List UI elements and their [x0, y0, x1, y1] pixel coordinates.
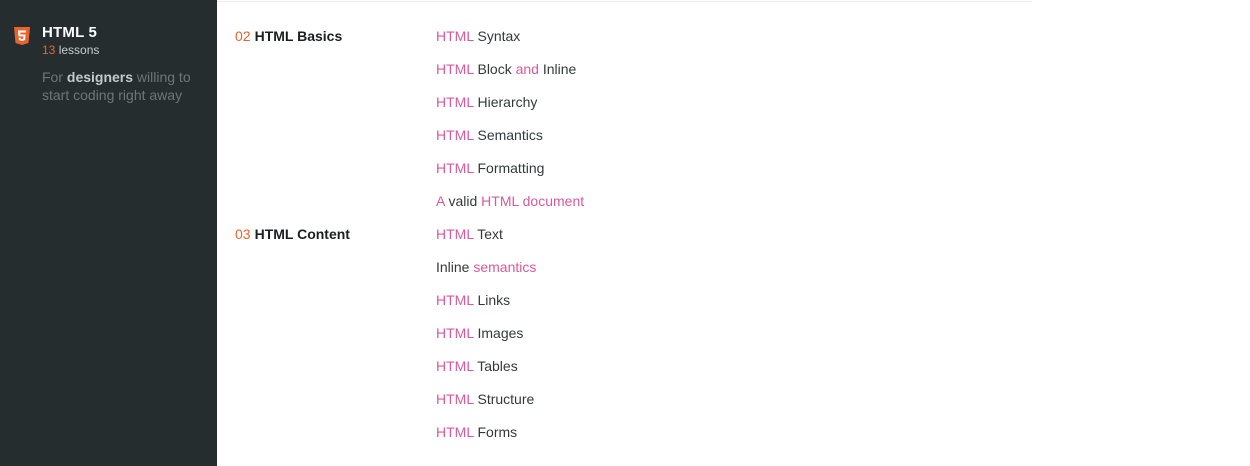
- lesson-text: Inline: [538, 61, 577, 77]
- lesson-keyword: HTML: [436, 226, 474, 242]
- lesson-text: Block: [473, 61, 516, 77]
- lesson-keyword: HTML: [436, 94, 474, 110]
- chapter-title: HTML Basics: [254, 28, 343, 44]
- lesson-text: Syntax: [473, 28, 521, 44]
- lesson-text: Hierarchy: [473, 94, 538, 110]
- chapter-title: HTML Content: [254, 226, 350, 242]
- course-description: For designers willing to start coding ri…: [42, 68, 207, 104]
- lesson-keyword: HTML: [436, 292, 474, 308]
- lesson-keyword: and: [515, 61, 539, 77]
- lesson-link[interactable]: HTML Structure: [436, 391, 534, 407]
- lesson-text: Inline: [436, 259, 474, 275]
- course-title: HTML 5: [42, 24, 98, 41]
- lesson-link[interactable]: HTML Images: [436, 325, 523, 341]
- lesson-link[interactable]: Inline semantics: [436, 259, 536, 275]
- lesson-keyword: HTML: [436, 127, 474, 143]
- divider: [217, 1, 1032, 2]
- lesson-link[interactable]: HTML Text: [436, 226, 503, 242]
- lesson-keyword: semantics: [473, 259, 537, 275]
- chapter-number: 03: [235, 226, 251, 242]
- lesson-link[interactable]: A valid HTML document: [436, 193, 584, 209]
- lesson-text: Semantics: [473, 127, 543, 143]
- lesson-text: valid: [444, 193, 482, 209]
- lesson-keyword: HTML: [436, 325, 474, 341]
- lessons-count: 13 lessons: [42, 43, 99, 57]
- lesson-keyword: HTML: [436, 391, 474, 407]
- lesson-text: Images: [473, 325, 524, 341]
- description-emphasis: designers: [66, 69, 134, 85]
- lesson-text: Forms: [473, 424, 518, 440]
- lesson-link[interactable]: HTML Tables: [436, 358, 518, 374]
- lesson-link[interactable]: HTML Hierarchy: [436, 94, 537, 110]
- lesson-keyword: HTML: [436, 358, 474, 374]
- lesson-keyword: HTML document: [481, 193, 585, 209]
- lesson-keyword: A: [436, 193, 445, 209]
- lesson-text: Tables: [473, 358, 518, 374]
- lessons-word: lessons: [58, 43, 100, 57]
- lesson-link[interactable]: HTML Semantics: [436, 127, 543, 143]
- lesson-link[interactable]: HTML Block and Inline: [436, 61, 576, 77]
- lesson-keyword: HTML: [436, 160, 474, 176]
- course-sidebar: HTML 5 13 lessons For designers willing …: [0, 0, 217, 466]
- html5-shield-icon: [14, 27, 30, 45]
- lesson-link[interactable]: HTML Formatting: [436, 160, 544, 176]
- lessons-number: 13: [42, 43, 56, 57]
- lesson-link[interactable]: HTML Forms: [436, 424, 517, 440]
- lesson-link[interactable]: HTML Syntax: [436, 28, 520, 44]
- description-prefix: For: [42, 69, 67, 85]
- chapter-heading: 02 HTML Basics: [235, 28, 342, 44]
- lesson-link[interactable]: HTML Links: [436, 292, 510, 308]
- lesson-text: Formatting: [473, 160, 545, 176]
- lesson-text: Links: [473, 292, 511, 308]
- lesson-keyword: HTML: [436, 61, 474, 77]
- lesson-text: Text: [473, 226, 503, 242]
- lesson-keyword: HTML: [436, 28, 474, 44]
- chapter-heading: 03 HTML Content: [235, 226, 350, 242]
- lesson-text: Structure: [473, 391, 535, 407]
- lesson-keyword: HTML: [436, 424, 474, 440]
- chapter-number: 02: [235, 28, 251, 44]
